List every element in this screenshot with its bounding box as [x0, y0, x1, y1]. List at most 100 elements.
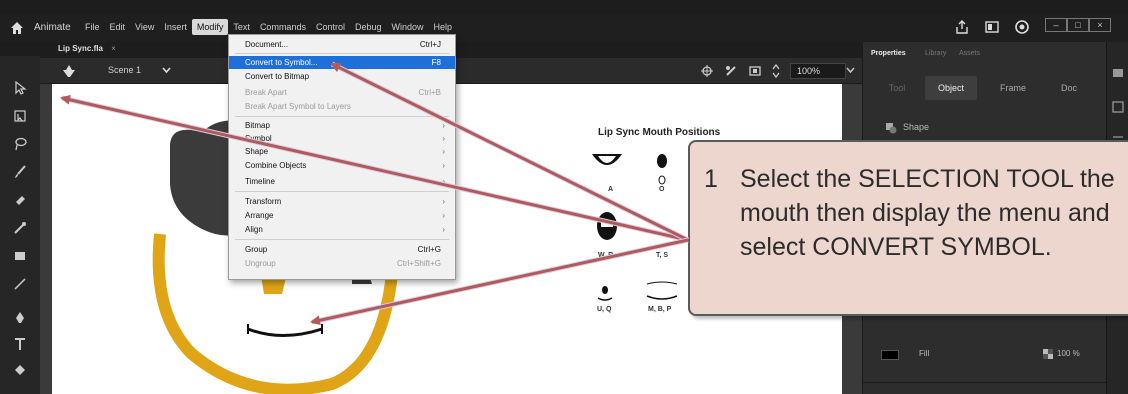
scene-icon	[63, 65, 75, 77]
menu-item-bitmap[interactable]: Bitmap ›	[229, 119, 455, 132]
rectangle-tool-icon[interactable]	[12, 248, 28, 264]
menu-window[interactable]: Window	[387, 19, 429, 35]
tab-document[interactable]: Lip Sync.fla ×	[58, 44, 116, 53]
callout-step-number: 1	[704, 165, 718, 193]
menu-insert[interactable]: Insert	[159, 19, 192, 35]
menu-item-timeline[interactable]: Timeline ›	[229, 175, 455, 188]
mouth-label-w-r: W, R	[598, 252, 614, 259]
menu-separator	[235, 239, 449, 240]
animate-window: Animate File Edit View Insert Modify Tex…	[0, 0, 1128, 394]
subtab-doc[interactable]: Doc	[1043, 76, 1095, 100]
mouth-w-r[interactable]	[597, 212, 617, 240]
menu-commands[interactable]: Commands	[255, 19, 311, 35]
menu-control[interactable]: Control	[311, 19, 350, 35]
menu-file[interactable]: File	[80, 19, 105, 35]
selection-tool-icon[interactable]	[12, 80, 28, 96]
menu-item-ungroup[interactable]: Ungroup Ctrl+Shift+G	[229, 257, 455, 270]
edit-symbols-icon[interactable]	[724, 64, 738, 78]
properties-subtabs: Tool Object Frame Doc	[863, 76, 1107, 100]
clip-content-icon[interactable]	[748, 64, 762, 78]
subtab-tool[interactable]: Tool	[871, 76, 923, 100]
text-tool-icon[interactable]	[12, 336, 28, 352]
modify-menu: Document... Ctrl+J Convert to Symbol... F8…	[228, 34, 456, 280]
line-tool-icon[interactable]	[12, 276, 28, 292]
subselection-tool-icon[interactable]	[12, 108, 28, 124]
test-movie-icon[interactable]	[1014, 19, 1030, 35]
menu-separator	[235, 191, 449, 192]
menu-debug[interactable]: Debug	[350, 19, 387, 35]
mouth-o[interactable]	[657, 154, 667, 185]
shape-label: Shape	[903, 122, 930, 132]
fill-label: Fill	[919, 349, 930, 358]
eraser-tool-icon[interactable]	[12, 192, 28, 208]
menu-separator	[235, 53, 449, 54]
menu-item-document[interactable]: Document... Ctrl+J	[229, 38, 455, 51]
stage-title: Lip Sync Mouth Positions	[598, 127, 721, 138]
zoom-dropdown-icon[interactable]	[846, 67, 855, 74]
menu-item-group[interactable]: Group Ctrl+G	[229, 243, 455, 256]
lasso-tool-icon[interactable]	[12, 136, 28, 152]
library-panel-icon[interactable]	[1111, 100, 1125, 114]
shape-icon	[886, 123, 897, 134]
tab-library[interactable]: Library	[925, 50, 946, 57]
center-stage-icon[interactable]	[700, 64, 714, 78]
scene-label[interactable]: Scene 1	[108, 65, 141, 75]
mouth-label-t-s: T, S	[656, 252, 669, 259]
properties-panel-icon[interactable]	[1111, 66, 1125, 80]
close-icon[interactable]: ×	[1089, 18, 1111, 32]
bone-tool-icon[interactable]	[12, 220, 28, 236]
tab-properties[interactable]: Properties	[871, 50, 906, 57]
subtab-object[interactable]: Object	[925, 76, 977, 100]
menu-text[interactable]: Text	[228, 19, 255, 35]
menu-bar: Animate File Edit View Insert Modify Tex…	[0, 0, 1128, 42]
app-name[interactable]: Animate	[34, 22, 71, 33]
title-strip	[0, 0, 1128, 14]
menu-item-convert-to-bitmap[interactable]: Convert to Bitmap	[229, 70, 455, 83]
mouth-m-b-p[interactable]	[646, 281, 678, 300]
mouth-label-u-q: U, Q	[597, 306, 612, 313]
mouth-label-o: O	[659, 186, 665, 193]
tools-panel	[0, 56, 40, 394]
mouth-shape[interactable]	[247, 327, 323, 337]
menu-edit[interactable]: Edit	[105, 19, 131, 35]
pen-tool-icon[interactable]	[12, 310, 28, 326]
zoom-input[interactable]: 100%	[790, 63, 846, 79]
menu-item-break-apart-symbol[interactable]: Break Apart Symbol to Layers	[229, 100, 455, 113]
subtab-frame[interactable]: Frame	[983, 76, 1043, 100]
menu-item-shape[interactable]: Shape ›	[229, 145, 455, 158]
paint-bucket-tool-icon[interactable]	[12, 362, 28, 378]
tab-document-label: Lip Sync.fla	[58, 44, 103, 53]
tab-assets[interactable]: Assets	[959, 50, 980, 57]
chevron-down-icon[interactable]	[162, 67, 171, 74]
menu-help[interactable]: Help	[429, 19, 458, 35]
menu-separator	[235, 116, 449, 117]
menu-item-arrange[interactable]: Arrange ›	[229, 209, 455, 222]
menu-modify[interactable]: Modify	[191, 19, 229, 35]
panel-tabs: Properties Library Assets	[863, 50, 1107, 64]
checker-icon[interactable]	[1043, 349, 1053, 359]
mouth-a[interactable]	[592, 154, 622, 165]
tab-close-icon[interactable]: ×	[111, 44, 116, 53]
fill-color-swatch[interactable]	[881, 350, 899, 360]
callout-text: Select the SELECTION TOOL the mouth then…	[740, 165, 1115, 261]
home-icon[interactable]	[10, 21, 24, 35]
menu-item-convert-to-symbol[interactable]: Convert to Symbol... F8	[229, 56, 455, 69]
maximize-icon[interactable]: □	[1067, 18, 1089, 32]
menu-item-symbol[interactable]: Symbol ›	[229, 132, 455, 145]
menu-item-combine-objects[interactable]: Combine Objects ›	[229, 159, 455, 172]
brush-tool-icon[interactable]	[12, 164, 28, 180]
workspace-icon[interactable]	[984, 19, 1000, 35]
menu-item-break-apart[interactable]: Break Apart Ctrl+B	[229, 86, 455, 99]
mouth-label-a: A	[608, 186, 614, 193]
zoom-stepper-icon[interactable]	[771, 63, 781, 79]
mouth-u-q[interactable]	[597, 286, 613, 301]
menu-view[interactable]: View	[130, 19, 159, 35]
minimize-icon[interactable]: –	[1045, 18, 1067, 32]
menu-item-align[interactable]: Align ›	[229, 223, 455, 236]
panel-divider	[863, 382, 1107, 383]
share-icon[interactable]	[954, 19, 970, 35]
header-icons	[954, 19, 1030, 35]
menu-item-transform[interactable]: Transform ›	[229, 195, 455, 208]
fill-opacity[interactable]: 100 %	[1057, 349, 1080, 358]
instruction-callout: 1 Select the SELECTION TOOL the mouth th…	[688, 140, 1128, 316]
